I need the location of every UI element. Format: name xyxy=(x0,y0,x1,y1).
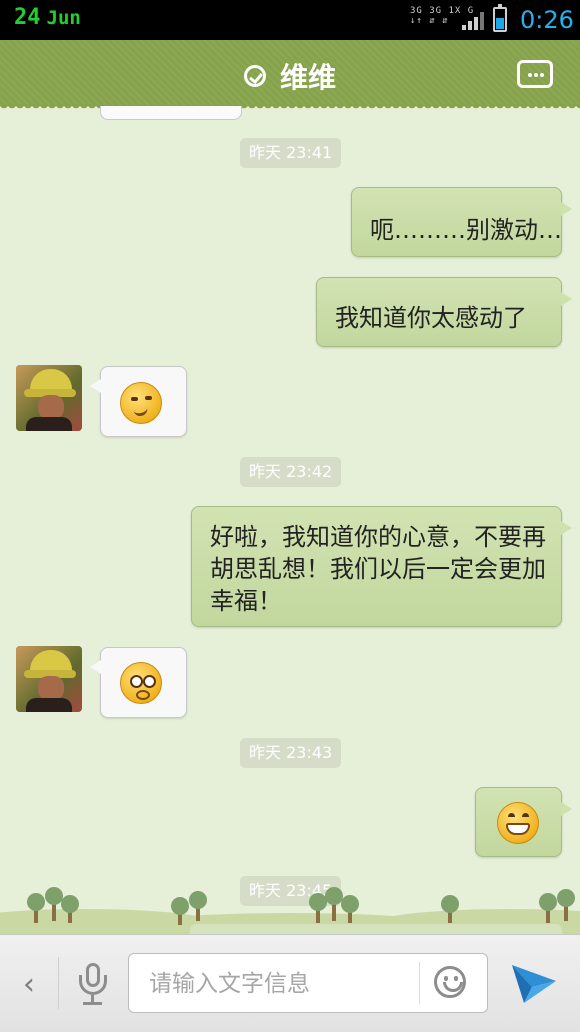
outgoing-message[interactable]: 我知道你太感动了 xyxy=(316,277,572,347)
timestamp: 昨天 23:43 xyxy=(240,738,342,768)
outgoing-message[interactable] xyxy=(475,787,572,857)
status-time: 0:26 xyxy=(520,6,574,34)
status-bar: 24 Jun 3G 3G 1X G ↓↑ ⇵ ⇵ 0:26 xyxy=(0,0,580,40)
chat-header: 维维 xyxy=(0,40,580,111)
divider xyxy=(58,957,59,1009)
status-day: 24 xyxy=(14,5,41,30)
battery-icon xyxy=(493,4,507,32)
decorative-landscape xyxy=(0,880,580,935)
check-circle-icon xyxy=(243,65,266,87)
chevron-left-icon[interactable]: ‹ xyxy=(14,965,44,1005)
microphone-icon[interactable] xyxy=(76,963,110,1007)
more-options-button[interactable] xyxy=(517,60,553,88)
smirk-emoji-icon xyxy=(120,382,162,424)
timestamp: 昨天 23:42 xyxy=(240,457,342,487)
incoming-message[interactable] xyxy=(90,647,187,718)
outgoing-message[interactable]: 呃………别激动… xyxy=(351,187,572,257)
status-date: 24 Jun xyxy=(14,5,81,30)
message-list[interactable]: 昨天 23:41 呃………别激动… 我知道你太感动了 昨天 23:42 好啦，我… xyxy=(0,106,580,934)
timestamp: 昨天 23:41 xyxy=(240,138,342,168)
incoming-message[interactable] xyxy=(90,366,187,437)
status-month: Jun xyxy=(46,7,81,29)
message-text: 呃………别激动… xyxy=(370,216,562,244)
smiley-icon[interactable] xyxy=(434,966,466,998)
message-text: 好啦，我知道你的心意，不要再胡思乱想！我们以后一定会更加幸福！ xyxy=(210,523,546,615)
message-text: 我知道你太感动了 xyxy=(335,304,527,332)
signal-bars-icon xyxy=(462,12,484,30)
pleading-emoji-icon xyxy=(120,662,162,704)
more-dots-icon xyxy=(528,73,532,77)
divider xyxy=(419,962,420,1004)
chat-title[interactable]: 维维 xyxy=(280,61,336,94)
grin-emoji-icon xyxy=(497,802,539,844)
message-input-field[interactable] xyxy=(128,953,488,1013)
send-arrow-icon[interactable] xyxy=(510,961,558,1005)
input-bar: ‹ xyxy=(0,934,580,1032)
contact-avatar[interactable] xyxy=(16,646,82,712)
partial-message-bubble xyxy=(100,106,242,120)
message-input[interactable] xyxy=(147,964,411,1004)
outgoing-message[interactable]: 好啦，我知道你的心意，不要再胡思乱想！我们以后一定会更加幸福！ xyxy=(191,506,572,627)
contact-avatar[interactable] xyxy=(16,365,82,431)
